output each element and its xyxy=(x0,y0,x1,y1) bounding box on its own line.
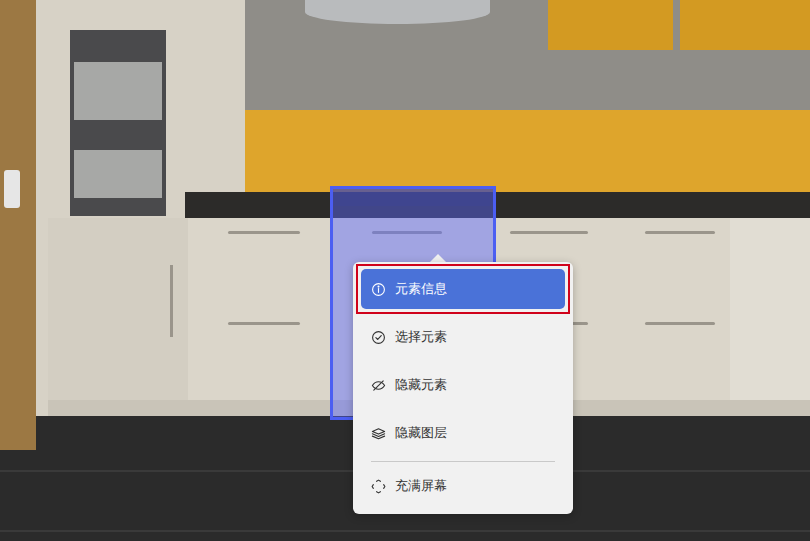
menu-item-label: 隐藏图层 xyxy=(395,423,447,443)
check-circle-icon xyxy=(371,330,386,345)
door-handle xyxy=(4,170,20,208)
upper-cabinet xyxy=(680,0,810,50)
menu-item-label: 选择元素 xyxy=(395,327,447,347)
cabinet-handle xyxy=(228,322,300,325)
lower-cabinets-left xyxy=(48,218,188,416)
backsplash xyxy=(240,110,810,192)
info-icon xyxy=(371,282,386,297)
menu-item[interactable]: 隐藏元素 xyxy=(361,365,565,405)
countertop xyxy=(185,192,810,218)
menu-item[interactable]: 选择元素 xyxy=(361,317,565,357)
menu-separator xyxy=(371,461,555,462)
menu-group: 充满屏幕 xyxy=(361,466,565,506)
cabinet-handle xyxy=(645,231,715,234)
cabinet-handle xyxy=(510,231,588,234)
door xyxy=(0,0,36,450)
context-menu: 元素信息选择元素隐藏元素隐藏图层充满屏幕 xyxy=(353,262,573,514)
menu-item[interactable]: 元素信息 xyxy=(361,269,565,309)
kitchen-scene[interactable]: 元素信息选择元素隐藏元素隐藏图层充满屏幕 xyxy=(0,0,810,541)
upper-cabinet xyxy=(548,0,673,50)
eye-slash-icon xyxy=(371,378,386,393)
cabinet-handle xyxy=(645,322,715,325)
fullscreen-icon xyxy=(371,479,386,494)
layers-icon xyxy=(371,426,386,441)
floor-tile-line xyxy=(0,530,810,532)
menu-item-label: 隐藏元素 xyxy=(395,375,447,395)
range-hood xyxy=(305,0,490,24)
menu-item[interactable]: 充满屏幕 xyxy=(361,466,565,506)
dishwasher xyxy=(730,218,810,416)
menu-item-label: 元素信息 xyxy=(395,279,447,299)
oven-door xyxy=(74,62,162,120)
oven-door xyxy=(74,150,162,198)
cabinet-handle-vertical xyxy=(170,265,173,337)
cabinet-handle xyxy=(228,231,300,234)
menu-group: 元素信息选择元素隐藏元素隐藏图层 xyxy=(361,269,565,453)
menu-caret xyxy=(430,254,446,262)
menu-item[interactable]: 隐藏图层 xyxy=(361,413,565,453)
menu-item-label: 充满屏幕 xyxy=(395,476,447,496)
